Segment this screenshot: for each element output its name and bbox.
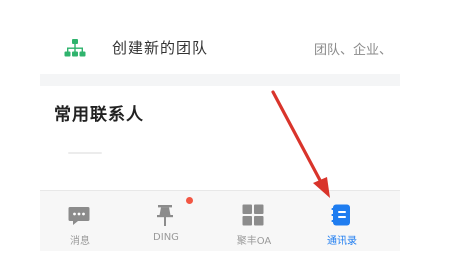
create-team-label: 创建新的团队 [112,39,209,57]
tab-messages[interactable]: 消息 [40,191,120,251]
frequent-contacts-section: 常用联系人 [40,86,400,190]
tab-oa[interactable]: 聚丰OA [214,191,294,251]
tab-ding[interactable]: DING [126,191,206,251]
address-book-icon [331,204,350,226]
tab-contacts-label: 通讯录 [327,236,357,247]
app-screen: 创建新的团队 团队、企业、 常用联系人 消息 DING 聚丰OA 通讯录 [0,0,451,270]
section-divider [40,74,400,86]
tab-ding-label: DING [153,232,179,243]
tab-oa-label: 聚丰OA [236,236,272,247]
tab-contacts[interactable]: 通讯录 [302,191,382,251]
grid-apps-icon [242,204,264,226]
tab-messages-label: 消息 [70,236,90,247]
chat-bubble-icon [68,207,90,225]
bottom-tab-bar: 消息 DING 聚丰OA 通讯录 [40,190,400,251]
frequent-contacts-title: 常用联系人 [54,105,144,125]
team-tree-icon [64,39,86,57]
create-team-row[interactable]: 创建新的团队 团队、企业、 [40,22,400,74]
create-team-description: 团队、企业、 [314,43,393,58]
pin-icon [157,205,173,226]
notification-badge [186,197,193,204]
contacts-placeholder [68,152,102,154]
